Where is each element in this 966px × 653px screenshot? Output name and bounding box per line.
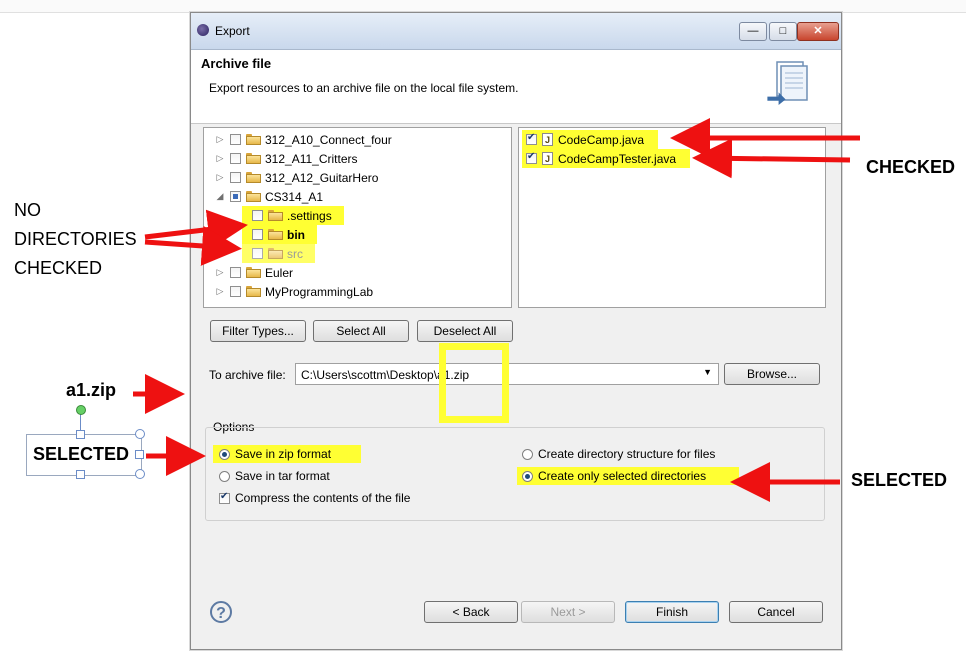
annotation-selected-right: SELECTED (851, 470, 948, 490)
resize-handle[interactable] (135, 450, 144, 459)
resize-handle[interactable] (76, 430, 85, 439)
arrow-to-bin-1 (144, 209, 248, 250)
annotation-no: NO (14, 200, 41, 220)
annotation-selected-left: SELECTED (33, 444, 130, 464)
arrow-to-codecamptester (692, 138, 851, 179)
resize-handle[interactable] (76, 470, 85, 479)
annotation-arrows (133, 118, 860, 502)
rotate-handle[interactable] (76, 405, 86, 415)
arrow-to-bin-2 (144, 225, 242, 266)
annotation-checked: CHECKED (866, 157, 956, 177)
annotation-directories: DIRECTORIES (14, 229, 137, 249)
annotation-checked-left: CHECKED (14, 258, 103, 278)
resize-handle[interactable] (135, 429, 145, 439)
annotation-a1zip: a1.zip (66, 380, 117, 400)
resize-handle[interactable] (135, 469, 145, 479)
